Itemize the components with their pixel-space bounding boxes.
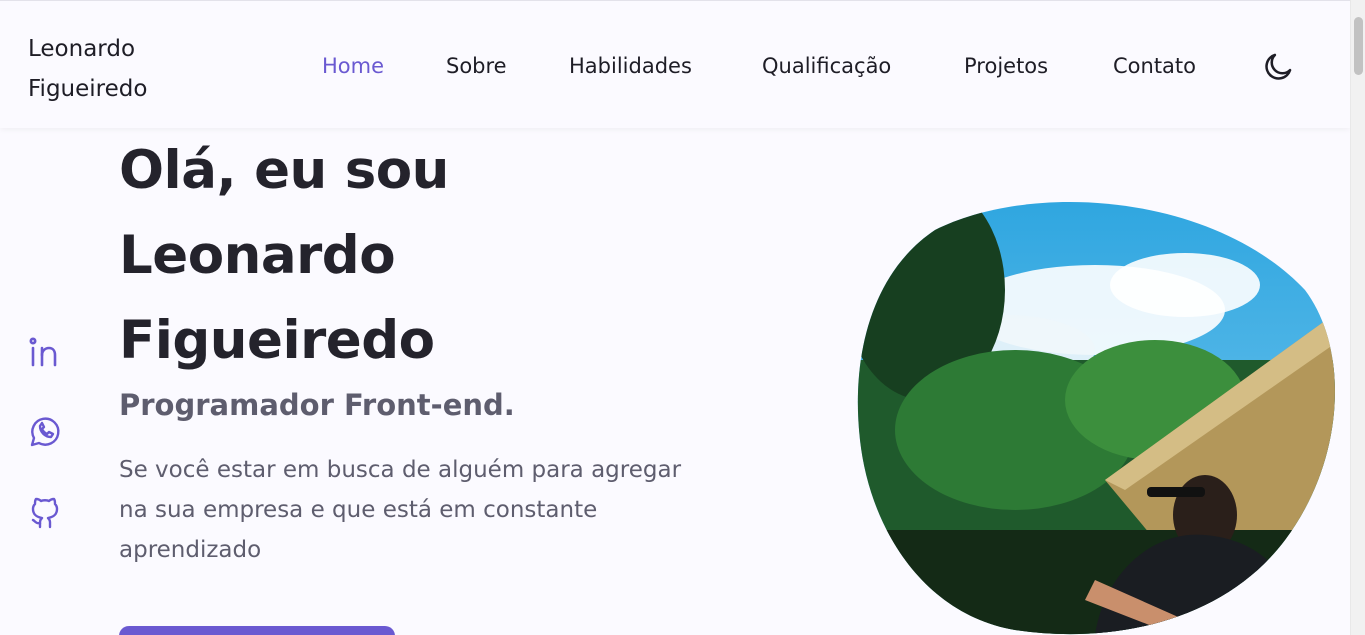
logo[interactable]: Leonardo Figueiredo [28,29,198,109]
whatsapp-icon [30,417,60,447]
hero-title: Olá, eu sou Leonardo Figueiredo [119,128,679,383]
whatsapp-link[interactable] [26,413,64,451]
hero-title-line-2: Leonardo [119,225,396,286]
site-header: Leonardo Figueiredo Home Sobre Habilidad… [0,0,1350,128]
hero-title-line-1: Olá, eu sou [119,140,449,201]
nav-contato-link[interactable]: Contato [1113,49,1196,83]
moon-icon [1265,53,1292,80]
nav-sobre-link[interactable]: Sobre [446,49,507,83]
linkedin-icon [29,337,57,367]
nav-qualificacao-link[interactable]: Qualificação [762,49,891,83]
nav-habilidades-link[interactable]: Habilidades [569,49,692,83]
linkedin-link[interactable] [26,334,64,372]
theme-toggle-button[interactable] [1261,50,1295,84]
hero-title-line-3: Figueiredo [119,310,435,371]
hero-cta-button[interactable] [119,626,395,635]
profile-photo-blob [857,201,1335,635]
page-scrollbar[interactable] [1350,0,1365,635]
hero-subtitle: Programador Front-end. [119,388,515,422]
hero-description: Se você estar em busca de alguém para ag… [119,457,682,563]
scrollbar-thumb[interactable] [1354,17,1363,75]
github-link[interactable] [26,494,64,532]
nav-projetos-link[interactable]: Projetos [964,49,1048,83]
github-icon [31,497,59,529]
nav-home-link[interactable]: Home [322,49,384,83]
